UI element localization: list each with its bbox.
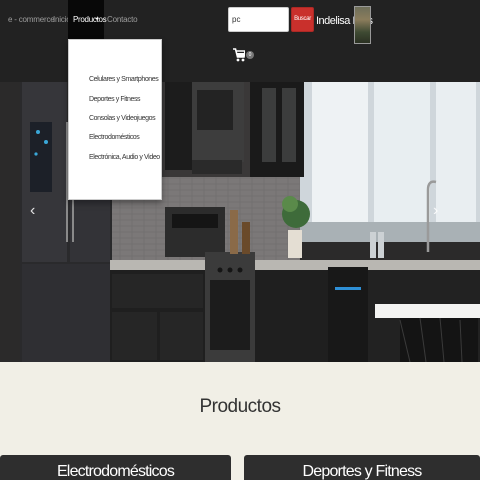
carousel-next-icon[interactable]: › — [433, 202, 438, 220]
productos-dropdown-menu: Celulares y Smartphones Deportes y Fitne… — [68, 39, 162, 200]
category-card-electrodomesticos[interactable]: Electrodomésticos — [0, 455, 231, 480]
category-card-title: Electrodomésticos — [56, 463, 175, 480]
shopping-cart-icon[interactable] — [233, 44, 245, 64]
caret-down-icon — [95, 18, 99, 20]
dropdown-item-deportes[interactable]: Deportes y Fitness — [89, 96, 141, 103]
nav-link-contacto[interactable]: Contacto — [107, 15, 138, 24]
nav-dropdown-label: Productos — [73, 15, 107, 24]
avatar[interactable] — [354, 6, 371, 44]
section-title: Productos — [199, 396, 281, 417]
category-card-title: Deportes y Fitness — [302, 463, 423, 480]
dropdown-item-electronica[interactable]: Electrónica, Audio y Video — [89, 154, 160, 161]
dropdown-item-consolas[interactable]: Consolas y Videojuegos — [89, 115, 156, 122]
search-input[interactable] — [228, 7, 289, 32]
nav-dropdown-productos[interactable]: Productos — [68, 0, 107, 39]
search-button[interactable]: Buscar — [291, 7, 314, 32]
carousel-prev-icon[interactable]: ‹ — [30, 202, 35, 220]
dropdown-item-celulares[interactable]: Celulares y Smartphones — [89, 76, 159, 83]
category-card-deportes[interactable]: Deportes y Fitness — [244, 455, 480, 480]
brand-link[interactable]: e - commerce — [8, 15, 55, 24]
dropdown-item-electrodomesticos[interactable]: Electrodomésticos — [89, 134, 140, 141]
cart-count-badge: 0 — [246, 51, 254, 59]
